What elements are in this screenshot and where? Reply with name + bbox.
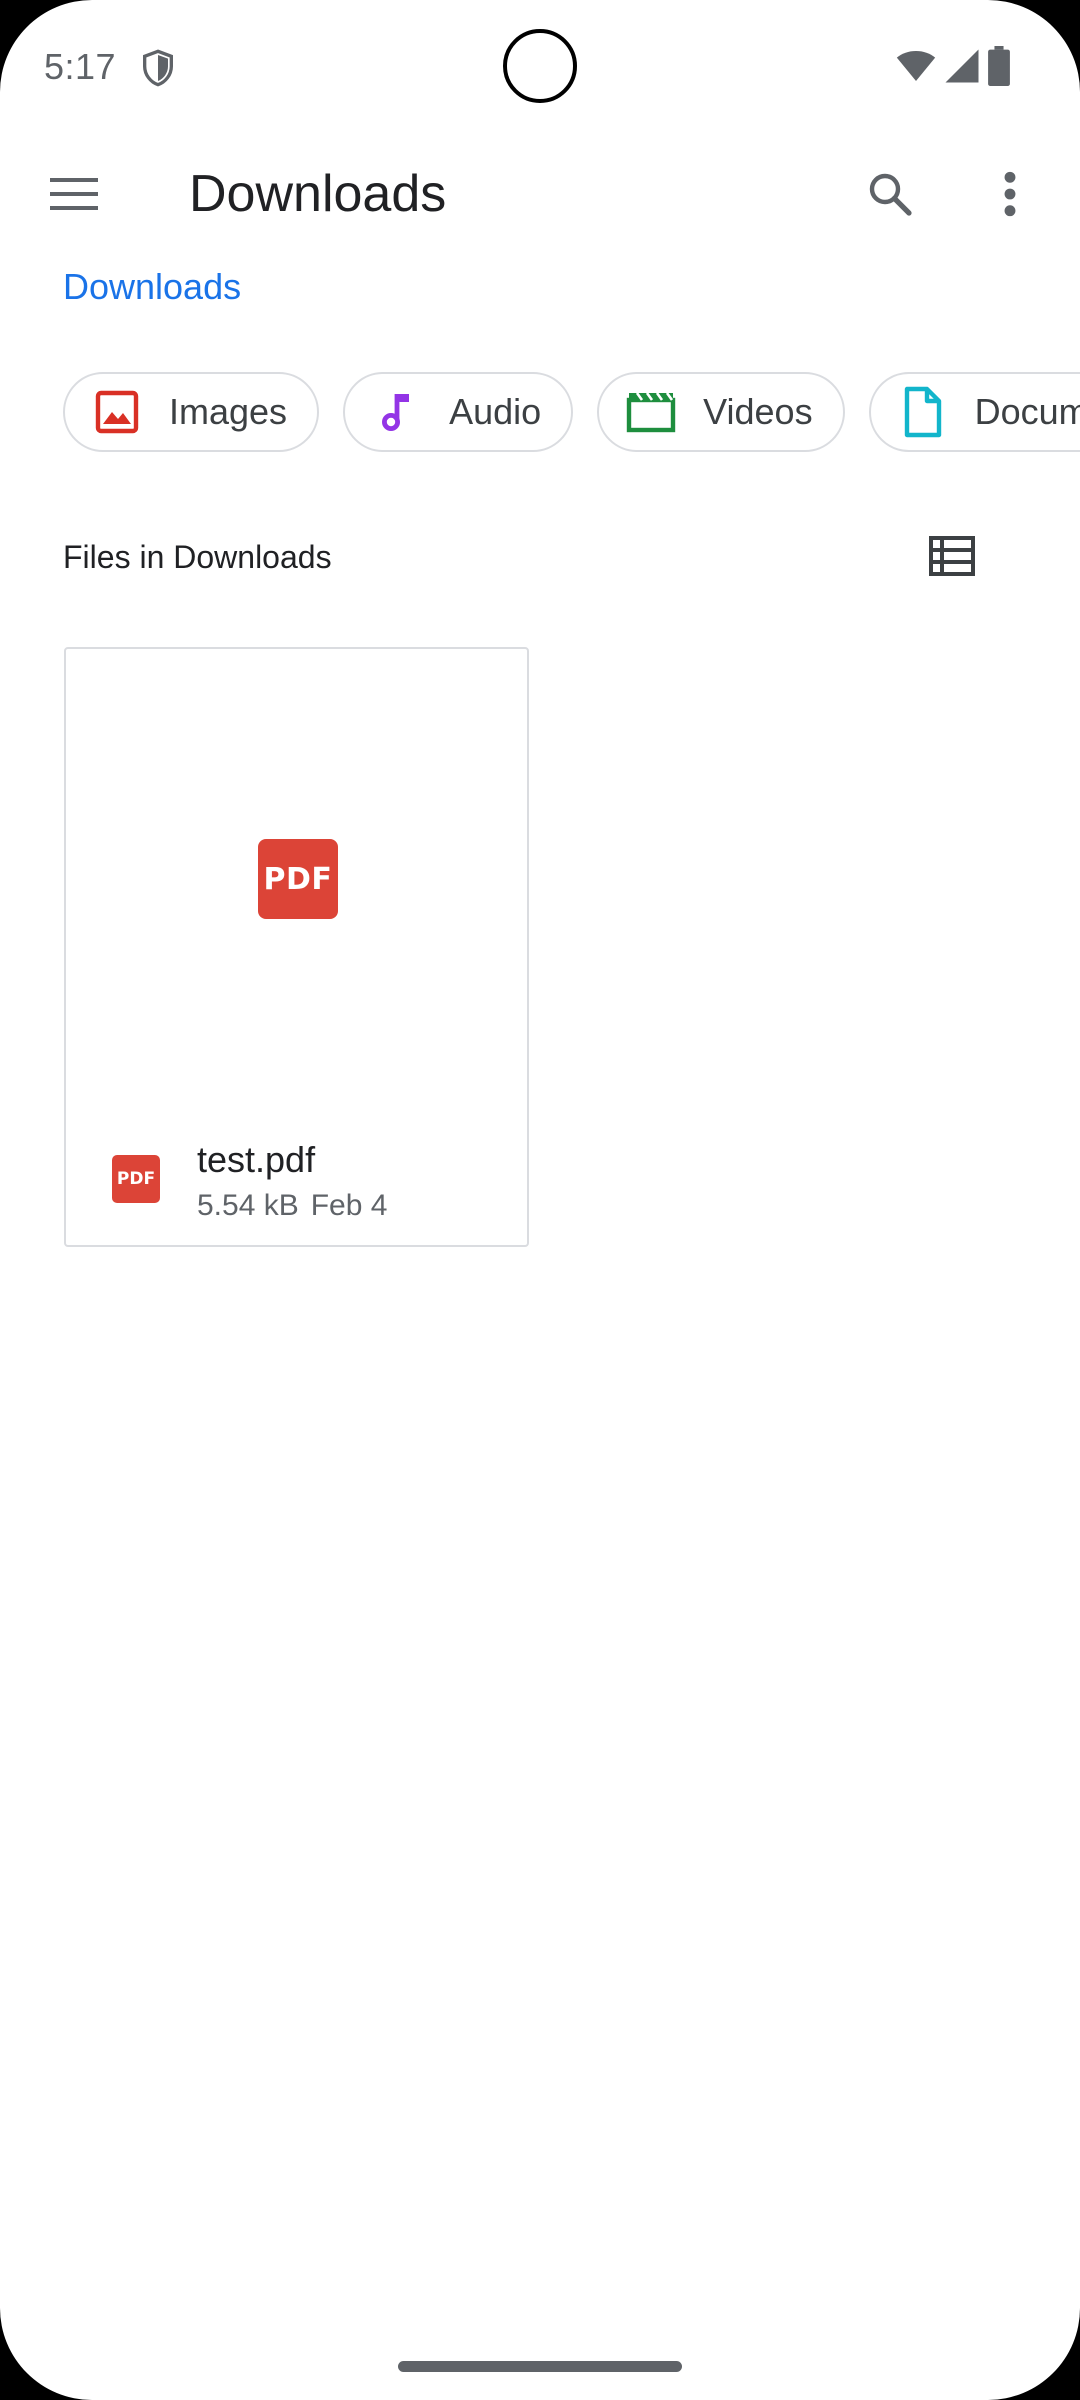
search-button[interactable] (852, 156, 928, 232)
chip-audio[interactable]: Audio (343, 372, 574, 452)
status-icons (896, 46, 1010, 86)
status-time: 5:17 (44, 46, 117, 87)
file-card[interactable]: PDF PDF test.pdf 5.54 kB Feb 4 (64, 647, 529, 1247)
list-view-icon (929, 536, 975, 576)
music-note-icon (371, 386, 423, 438)
app-title: Downloads (189, 165, 447, 223)
pdf-thumbnail-icon: PDF (258, 839, 338, 919)
search-icon (869, 173, 912, 216)
menu-button[interactable] (28, 156, 120, 232)
file-meta: 5.54 kB Feb 4 (197, 1189, 387, 1223)
status-bar: 5:17 (0, 0, 1080, 134)
chip-label: Documents (974, 391, 1080, 432)
file-size: 5.54 kB (197, 1189, 299, 1222)
chip-videos[interactable]: Videos (597, 372, 845, 452)
view-toggle-button[interactable] (914, 522, 990, 590)
battery-icon (988, 46, 1010, 86)
more-options-button[interactable] (972, 156, 1048, 232)
chip-images[interactable]: Images (63, 372, 320, 452)
chip-label: Images (169, 391, 288, 432)
camera-cutout (503, 29, 577, 103)
document-icon (897, 386, 949, 438)
more-vert-icon (1004, 171, 1016, 217)
wifi-icon (896, 51, 936, 81)
signal-icon (945, 49, 979, 83)
gesture-navigation-bar[interactable] (398, 2361, 682, 2372)
section-title: Files in Downloads (63, 539, 332, 575)
image-icon (91, 386, 143, 438)
shield-icon (143, 49, 173, 87)
file-date: Feb 4 (310, 1189, 388, 1222)
chip-label: Audio (449, 391, 542, 432)
menu-icon (50, 178, 98, 210)
movie-icon (625, 386, 677, 438)
screen: 5:17 Downloads Downloads Images Audio Vi… (0, 0, 1080, 2400)
chip-documents[interactable]: Documents (868, 372, 1080, 452)
breadcrumb-downloads[interactable]: Downloads (63, 266, 241, 308)
category-chips: Images Audio Videos Docum (63, 372, 1080, 456)
app-bar: Downloads (0, 134, 1080, 254)
pdf-file-icon: PDF (112, 1155, 160, 1203)
file-name: test.pdf (197, 1139, 316, 1180)
chip-label: Videos (703, 391, 813, 432)
